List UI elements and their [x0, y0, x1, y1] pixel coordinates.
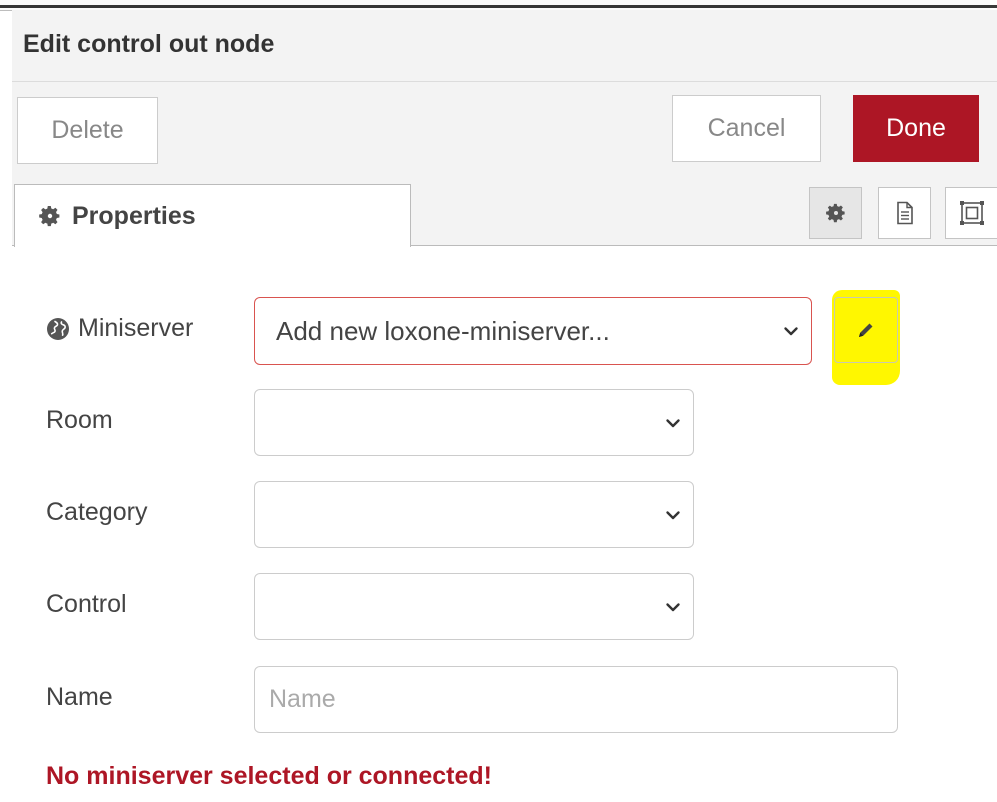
globe-icon: [47, 317, 69, 340]
error-message: No miniserver selected or connected!: [46, 762, 492, 790]
chevron-down-icon: [666, 510, 680, 519]
control-select[interactable]: [254, 573, 694, 640]
chevron-down-icon: [666, 418, 680, 427]
done-button[interactable]: Done: [853, 95, 979, 162]
tab-properties[interactable]: Properties: [14, 184, 411, 247]
top-divider: [0, 5, 997, 8]
dialog-title: Edit control out node: [23, 30, 275, 58]
miniserver-select-value: Add new loxone-miniserver...: [276, 315, 610, 346]
miniserver-label: Miniserver: [78, 314, 194, 342]
cancel-button[interactable]: Cancel: [672, 95, 821, 162]
name-input[interactable]: [254, 666, 898, 733]
node-description-tab-button[interactable]: [878, 187, 931, 239]
delete-button[interactable]: Delete: [17, 97, 158, 164]
tabs-bar: Properties: [12, 178, 997, 247]
dialog-toolbar: Delete Cancel Done: [12, 82, 997, 178]
dialog-title-bar: Edit control out node: [12, 10, 997, 82]
category-label: Category: [46, 498, 148, 526]
category-select[interactable]: [254, 481, 694, 548]
gear-icon: [825, 203, 845, 223]
chevron-down-icon: [666, 602, 680, 611]
control-label: Control: [46, 590, 127, 618]
tab-properties-label: Properties: [72, 201, 196, 230]
chevron-down-icon: [784, 327, 798, 336]
room-label: Room: [46, 406, 113, 434]
node-settings-tab-button[interactable]: [809, 187, 862, 239]
pencil-icon: [859, 323, 873, 337]
document-icon: [896, 201, 913, 225]
name-label: Name: [46, 683, 113, 711]
node-appearance-tab-button[interactable]: [945, 187, 997, 239]
frame-icon: [959, 201, 984, 225]
miniserver-label-row: Miniserver: [46, 314, 193, 343]
gear-icon: [39, 206, 60, 227]
miniserver-select[interactable]: Add new loxone-miniserver...: [254, 297, 812, 365]
edit-miniserver-button[interactable]: [834, 297, 898, 363]
room-select[interactable]: [254, 389, 694, 456]
